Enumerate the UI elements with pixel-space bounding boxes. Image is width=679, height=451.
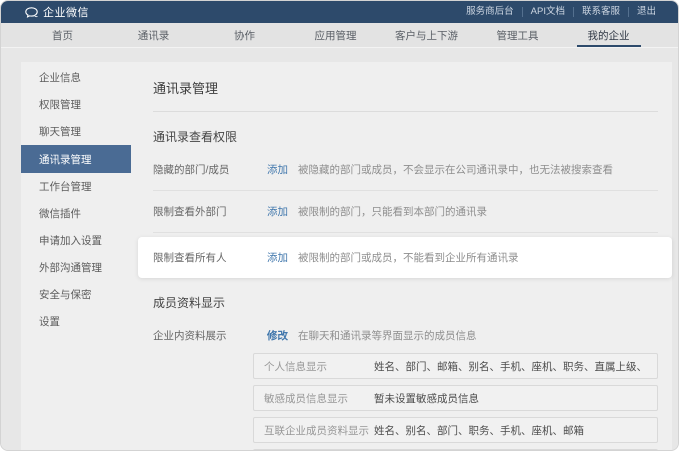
tab-customers[interactable]: 客户与上下游: [381, 23, 472, 47]
link-service-console[interactable]: 服务商后台: [458, 7, 522, 17]
tab-label: 通讯录: [138, 28, 170, 43]
tab-contacts[interactable]: 通讯录: [108, 23, 199, 47]
primary-nav: 首页 通讯录 协作 应用管理 客户与上下游 管理工具 我的企业: [1, 23, 678, 48]
tab-label: 首页: [52, 28, 73, 43]
row-label: 隐藏的部门/成员: [153, 162, 267, 177]
brand-label: 企业微信: [43, 4, 89, 20]
section-heading-member-profile: 成员资料显示: [153, 294, 658, 311]
chat-bubble-logo-icon: [25, 7, 38, 18]
row-description: 被限制的部门，只能看到本部门的通讯录: [298, 204, 487, 219]
add-link[interactable]: 添加: [267, 162, 288, 177]
detail-row-sensitive-info: 敏感成员信息显示 暂未设置敏感成员信息: [253, 385, 658, 411]
row-label: 企业内资料展示: [153, 328, 267, 343]
sidebar-item-wechat-plugin[interactable]: 微信插件: [21, 200, 131, 227]
tab-my-company[interactable]: 我的企业: [563, 23, 654, 47]
modify-link[interactable]: 修改: [267, 328, 288, 343]
topbar: 企业微信 服务商后台 API文档 联系客服 退出: [1, 1, 678, 23]
main-content: 通讯录管理 通讯录查看权限 隐藏的部门/成员 添加 被隐藏的部门或成员，不会显示…: [131, 62, 672, 451]
body: 企业信息 权限管理 聊天管理 通讯录管理 工作台管理 微信插件 申请加入设置 外…: [1, 48, 678, 451]
sidebar-item-settings[interactable]: 设置: [21, 308, 131, 335]
row-restrict-everyone-highlighted: 限制查看所有人 添加 被限制的部门或成员，不能看到企业所有通讯录: [138, 237, 672, 278]
tab-label: 客户与上下游: [395, 28, 458, 43]
detail-label: 敏感成员信息显示: [264, 391, 374, 406]
detail-row-personal-info: 个人信息显示 姓名、部门、邮箱、别名、手机、座机、职务、直属上级、官网、测...: [253, 353, 658, 379]
link-api-docs[interactable]: API文档: [522, 7, 573, 17]
add-link[interactable]: 添加: [267, 204, 288, 219]
tab-home[interactable]: 首页: [17, 23, 108, 47]
detail-row-linked-corp-profile: 互联企业成员资料显示 姓名、别名、部门、职务、手机、座机、邮箱: [253, 417, 658, 443]
brand[interactable]: 企业微信: [25, 4, 89, 20]
tab-admin-tools[interactable]: 管理工具: [472, 23, 563, 47]
detail-value: 姓名、部门、邮箱、别名、手机、座机、职务、直属上级、官网、测...: [374, 359, 647, 374]
row-description: 被限制的部门或成员，不能看到企业所有通讯录: [298, 250, 519, 265]
row-label: 限制查看外部门: [153, 204, 267, 219]
tab-app-management[interactable]: 应用管理: [290, 23, 381, 47]
detail-label: 互联企业成员资料显示: [264, 423, 374, 438]
sidebar-item-external-comm[interactable]: 外部沟通管理: [21, 254, 131, 281]
detail-value: 姓名、别名、部门、职务、手机、座机、邮箱: [374, 423, 584, 438]
row-hidden-departments: 隐藏的部门/成员 添加 被隐藏的部门或成员，不会显示在公司通讯录中，也无法被搜索…: [153, 149, 658, 191]
sidebar: 企业信息 权限管理 聊天管理 通讯录管理 工作台管理 微信插件 申请加入设置 外…: [21, 62, 131, 451]
page-title: 通讯录管理: [153, 70, 658, 112]
row-description: 在聊天和通讯录等界面显示的成员信息: [298, 328, 477, 343]
topbar-links: 服务商后台 API文档 联系客服 退出: [458, 7, 664, 17]
row-restrict-other-departments: 限制查看外部门 添加 被限制的部门，只能看到本部门的通讯录: [153, 191, 658, 233]
tab-label: 管理工具: [497, 28, 539, 43]
row-label: 限制查看所有人: [153, 250, 267, 265]
profile-detail-box: 个人信息显示 姓名、部门、邮箱、别名、手机、座机、职务、直属上级、官网、测...…: [253, 353, 658, 451]
detail-value: 暂未设置敏感成员信息: [374, 391, 479, 406]
add-link[interactable]: 添加: [267, 250, 288, 265]
sidebar-item-security[interactable]: 安全与保密: [21, 281, 131, 308]
detail-label: 个人信息显示: [264, 359, 374, 374]
sidebar-item-workbench[interactable]: 工作台管理: [21, 173, 131, 200]
link-contact-support[interactable]: 联系客服: [573, 7, 628, 17]
tab-label: 协作: [234, 28, 255, 43]
row-internal-profile: 企业内资料展示 修改 在聊天和通讯录等界面显示的成员信息: [153, 315, 658, 347]
sidebar-item-company-info[interactable]: 企业信息: [21, 64, 131, 91]
tab-label: 我的企业: [588, 28, 630, 43]
tab-label: 应用管理: [315, 28, 357, 43]
link-logout[interactable]: 退出: [628, 7, 664, 17]
tab-collaboration[interactable]: 协作: [199, 23, 290, 47]
sidebar-item-contacts-management[interactable]: 通讯录管理: [21, 145, 131, 173]
sidebar-item-chat-management[interactable]: 聊天管理: [21, 118, 131, 145]
sidebar-item-join-settings[interactable]: 申请加入设置: [21, 227, 131, 254]
row-description: 被隐藏的部门或成员，不会显示在公司通讯录中，也无法被搜索查看: [298, 162, 613, 177]
section-heading-view-permissions: 通讯录查看权限: [153, 128, 658, 145]
sidebar-item-permissions[interactable]: 权限管理: [21, 91, 131, 118]
wecom-admin-window: 企业微信 服务商后台 API文档 联系客服 退出 首页 通讯录 协作 应用管理 …: [0, 0, 679, 451]
